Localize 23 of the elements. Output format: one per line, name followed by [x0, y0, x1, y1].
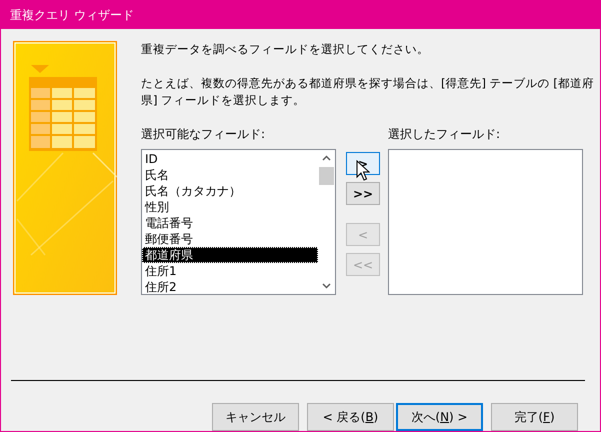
instruction-text: 重複データを調べるフィールドを選択してください。: [141, 41, 430, 58]
field-list-item[interactable]: 電話番号: [142, 215, 318, 232]
finish-button[interactable]: 完了(F): [491, 403, 578, 431]
next-button[interactable]: 次へ(N) >: [396, 403, 483, 431]
field-list-item[interactable]: 氏名: [142, 167, 318, 184]
available-fields-label: 選択可能なフィールド:: [141, 126, 266, 144]
cancel-button[interactable]: キャンセル: [212, 403, 299, 431]
field-list-item[interactable]: 氏名（カタカナ）: [142, 183, 318, 200]
selected-fields-list[interactable]: [388, 149, 583, 296]
field-list-item[interactable]: 都道府県: [142, 247, 318, 264]
instruction-text: たとえば、複数の得意先がある都道府県を探す場合は、[得意先] テーブルの [都道府県] フィールドを選択します。: [141, 75, 595, 110]
mouse-cursor-icon: [356, 160, 370, 182]
field-list-item[interactable]: 住所2: [142, 279, 318, 294]
scrollbar-thumb[interactable]: [319, 167, 334, 186]
field-list-item[interactable]: 性別: [142, 199, 318, 216]
back-button[interactable]: < 戻る(B): [307, 403, 394, 431]
window-title: 重複クエリ ウィザード: [10, 6, 134, 24]
field-list-item[interactable]: 郵便番号: [142, 231, 318, 248]
field-list-item[interactable]: ID: [142, 151, 318, 168]
add-field-button[interactable]: >>: [346, 182, 380, 206]
available-fields-list[interactable]: ID 氏名 氏名（カタカナ） 性別 電話番号 郵便番号 都道府県 住所1 住所2: [141, 149, 336, 296]
selected-fields-label: 選択したフィールド:: [388, 126, 502, 144]
field-list-item[interactable]: 住所1: [142, 263, 318, 280]
